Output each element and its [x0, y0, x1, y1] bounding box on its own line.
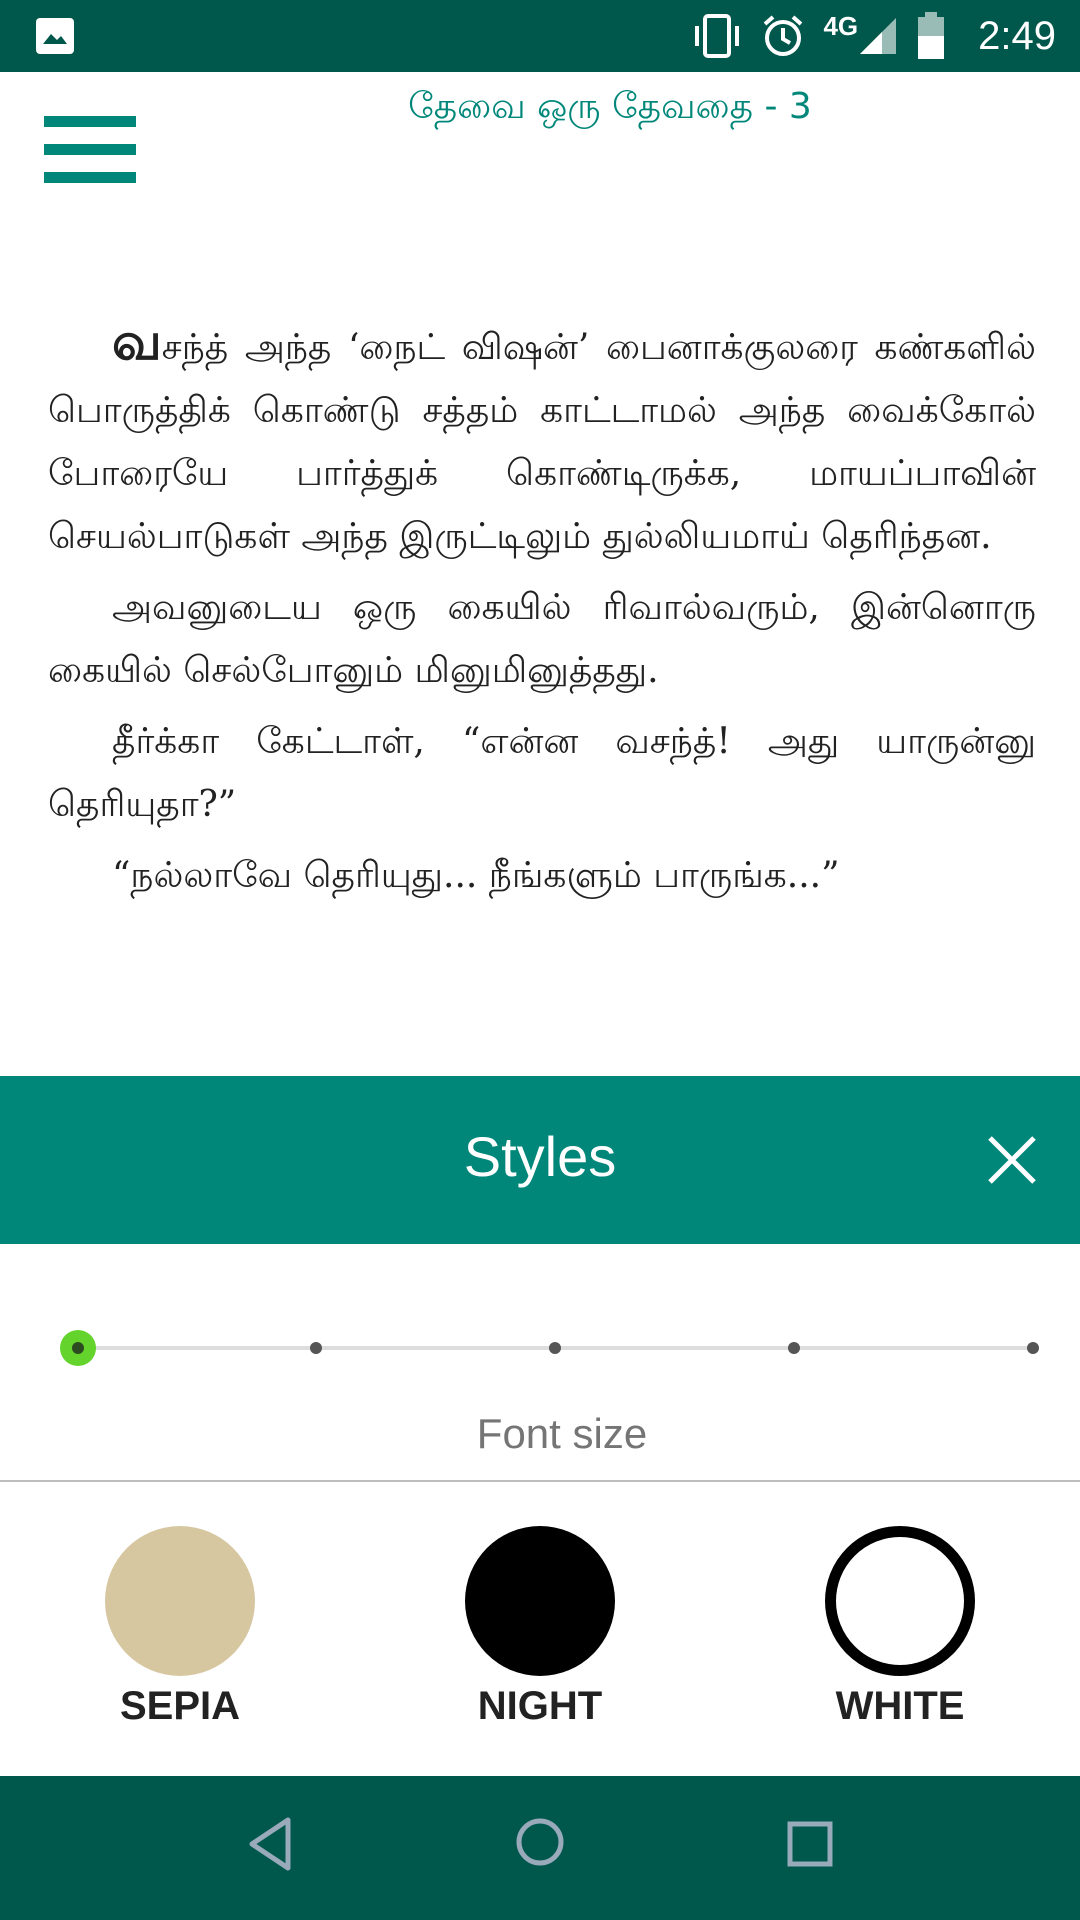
theme-label: NIGHT — [477, 1684, 603, 1728]
book-title: தேவை ஒரு தேவதை - 3 — [408, 86, 812, 127]
hamburger-menu-icon[interactable] — [44, 94, 136, 183]
alarm-icon — [764, 15, 803, 56]
font-size-slider[interactable] — [60, 1326, 1040, 1376]
gallery-icon — [36, 18, 74, 54]
paragraph: தீர்க்கா கேட்டாள், “என்ன வசந்த்! அது யார… — [48, 721, 1036, 825]
slider-thumb[interactable] — [60, 1330, 96, 1366]
font-size-label: Font size — [476, 1410, 648, 1457]
navigation-bar — [0, 1776, 1080, 1920]
styles-header: Styles — [0, 1076, 1080, 1244]
chapter-text: வசந்த் அந்த ‘நைட் விஷன்’ பைனாக்குலரை கண்… — [48, 310, 1036, 915]
status-bar: 4G 2:49 — [0, 0, 1080, 72]
styles-panel: Styles Font size SEPIA NIGHT WHITE — [0, 1076, 1080, 1776]
theme-night-button[interactable]: NIGHT — [440, 1526, 640, 1729]
divider — [0, 1480, 1080, 1482]
paragraph: அவனுடைய ஒரு கையில் ரிவால்வரும், இன்னொரு … — [48, 587, 1036, 691]
night-swatch — [465, 1526, 615, 1676]
slider-stop[interactable] — [549, 1342, 561, 1354]
close-icon[interactable] — [984, 1132, 1040, 1188]
clock: 2:49 — [978, 13, 1056, 58]
signal-icon — [860, 18, 897, 54]
sepia-swatch — [105, 1526, 255, 1676]
white-swatch — [825, 1526, 975, 1676]
theme-white-button[interactable]: WHITE — [800, 1526, 1000, 1729]
back-icon[interactable] — [246, 1816, 294, 1872]
reader-content[interactable]: 02 வசந்த் அந்த ‘நைட் விஷன்’ பைனாக்குலரை … — [48, 167, 1036, 1077]
drop-cap: வ — [112, 311, 162, 372]
network-type: 4G — [823, 10, 859, 41]
vibrate-icon — [695, 14, 740, 58]
paragraph: “நல்லாவே தெரியுது... நீங்களும் பாருங்க..… — [112, 855, 840, 896]
styles-title: Styles — [463, 1125, 617, 1188]
theme-label: WHITE — [835, 1684, 965, 1728]
slider-stop[interactable] — [788, 1342, 800, 1354]
theme-sepia-button[interactable]: SEPIA — [80, 1526, 280, 1729]
battery-icon — [918, 12, 945, 59]
app-bar: தேவை ஒரு தேவதை - 3 — [0, 72, 1080, 183]
theme-label: SEPIA — [119, 1684, 241, 1728]
recents-icon[interactable] — [786, 1820, 834, 1868]
chapter-number: 02 — [488, 167, 668, 189]
home-icon[interactable] — [514, 1816, 566, 1868]
paragraph: வசந்த் அந்த ‘நைட் விஷன்’ பைனாக்குலரை கண்… — [48, 311, 1036, 557]
slider-stop[interactable] — [1027, 1342, 1039, 1354]
slider-stop[interactable] — [310, 1342, 322, 1354]
